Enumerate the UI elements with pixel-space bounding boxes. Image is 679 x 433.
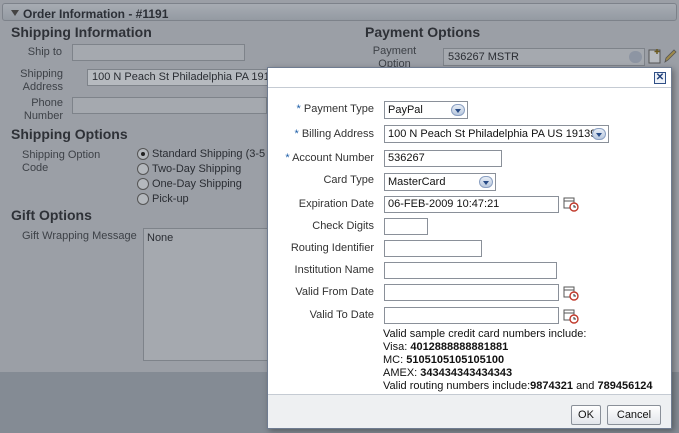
chevron-down-icon[interactable] xyxy=(592,128,606,140)
billing-address-label: * Billing Address xyxy=(294,128,375,140)
shipping-info-title: Shipping Information xyxy=(11,24,152,40)
billing-address-select[interactable]: 100 N Peach St Philadelphia PA US 19139 xyxy=(384,125,609,143)
calendar-icon[interactable] xyxy=(563,196,579,212)
ship-to-field[interactable] xyxy=(72,44,245,61)
add-payment-icon[interactable] xyxy=(648,48,662,64)
collapse-triangle-icon[interactable] xyxy=(11,10,19,16)
payment-option-select[interactable]: 536267 MSTR xyxy=(443,48,645,66)
valid-to-date-input[interactable] xyxy=(384,307,559,324)
radio-selected-icon[interactable] xyxy=(137,147,149,160)
expiration-date-input[interactable]: 06-FEB-2009 10:47:21 xyxy=(384,196,559,213)
payment-type-select[interactable]: PayPal xyxy=(384,101,468,119)
calendar-icon[interactable] xyxy=(563,308,579,324)
gift-message-textarea[interactable]: None xyxy=(143,228,273,361)
shipping-option-standard[interactable]: Standard Shipping (3-5 b xyxy=(137,146,274,161)
chevron-down-icon[interactable] xyxy=(451,104,465,116)
shipping-option-code-label: Shipping Option Code xyxy=(22,149,101,174)
routing-identifier-input[interactable] xyxy=(384,240,482,257)
institution-name-label: Institution Name xyxy=(294,264,374,276)
expiration-date-label: Expiration Date xyxy=(298,198,374,210)
card-type-select[interactable]: MasterCard xyxy=(384,173,496,191)
visa-sample: Visa: 4012888888881881 xyxy=(383,341,509,353)
gift-options-title: Gift Options xyxy=(11,207,92,223)
amex-sample: AMEX: 343434343434343 xyxy=(383,367,513,379)
edit-pencil-icon[interactable] xyxy=(663,48,677,64)
account-number-input[interactable]: 536267 xyxy=(384,150,502,167)
shipping-address-field[interactable]: 100 N Peach St Philadelphia PA 19139 xyxy=(87,69,272,86)
close-icon[interactable]: ✕ xyxy=(654,72,666,84)
payment-type-label: * Payment Type xyxy=(296,103,374,115)
radio-icon[interactable] xyxy=(137,177,149,190)
valid-to-date-label: Valid To Date xyxy=(309,309,374,321)
phone-number-field[interactable] xyxy=(72,97,267,114)
institution-name-input[interactable] xyxy=(384,262,557,279)
check-digits-label: Check Digits xyxy=(312,220,374,232)
valid-from-date-input[interactable] xyxy=(384,284,559,301)
chevron-down-icon[interactable] xyxy=(479,176,493,188)
ship-to-label: Ship to xyxy=(27,46,62,58)
shipping-address-label: Shipping Address xyxy=(20,68,63,93)
order-title: Order Information - #1191 xyxy=(23,7,169,21)
shipping-option-one-day[interactable]: One-Day Shipping xyxy=(137,176,242,191)
routing-samples: Valid routing numbers include:9874321 an… xyxy=(383,380,653,392)
gift-wrapping-label: Gift Wrapping Message xyxy=(22,230,137,242)
valid-from-date-label: Valid From Date xyxy=(295,286,374,298)
calendar-icon[interactable] xyxy=(563,285,579,301)
mc-sample: MC: 5105105105105100 xyxy=(383,354,505,366)
radio-icon[interactable] xyxy=(137,192,149,205)
order-panel-header[interactable]: Order Information - #1191 xyxy=(2,3,677,21)
routing-identifier-label: Routing Identifier xyxy=(290,242,374,254)
payment-dialog: ✕ * Payment Type PayPal * Billing Addres… xyxy=(267,67,672,429)
shipping-option-two-day[interactable]: Two-Day Shipping xyxy=(137,161,241,176)
phone-number-label: Phone Number xyxy=(23,97,63,122)
check-digits-input[interactable] xyxy=(384,218,428,235)
dialog-titlebar: ✕ xyxy=(268,68,671,88)
shipping-option-pickup[interactable]: Pick-up xyxy=(137,191,189,206)
ok-button[interactable]: OK xyxy=(571,405,601,425)
shipping-options-title: Shipping Options xyxy=(11,126,128,142)
card-type-label: Card Type xyxy=(323,174,374,186)
payment-options-title: Payment Options xyxy=(365,24,481,40)
sample-cards-intro: Valid sample credit card numbers include… xyxy=(383,328,587,340)
radio-icon[interactable] xyxy=(137,162,149,175)
cancel-button[interactable]: Cancel xyxy=(607,405,661,425)
chevron-down-icon[interactable] xyxy=(629,51,642,63)
account-number-label: * Account Number xyxy=(285,152,374,164)
